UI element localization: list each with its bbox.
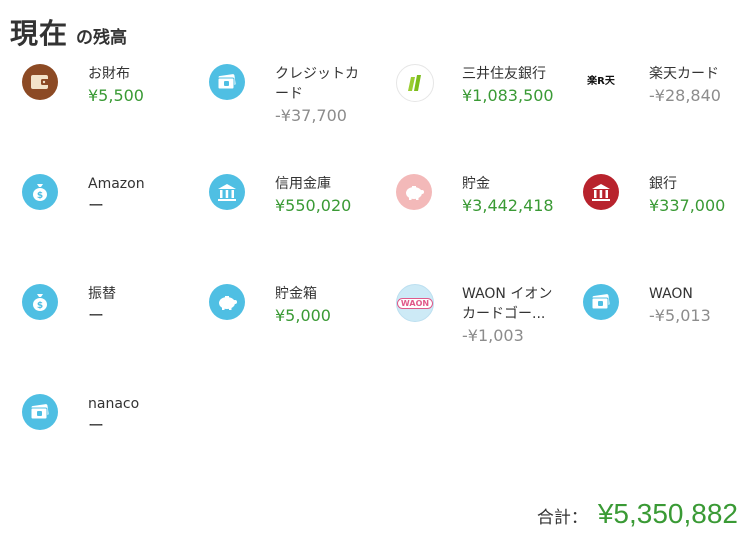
account-name: 貯金箱 <box>275 286 317 302</box>
rakuten-logo-text: 楽R天 <box>587 76 615 87</box>
card-icon <box>22 394 58 430</box>
account-name: 貯金 <box>462 176 490 192</box>
account-balance: -¥5,013 <box>649 306 711 325</box>
account-item[interactable]: 楽R天 楽天カード -¥28,840 <box>561 62 741 162</box>
piggy-bank-icon <box>396 174 432 210</box>
account-item[interactable]: 信用金庫 ¥550,020 <box>187 172 367 272</box>
account-balance: -¥28,840 <box>649 86 721 105</box>
page-title: 現在 <box>10 17 69 50</box>
account-name: 信用金庫 <box>275 176 331 192</box>
account-balance: ¥5,000 <box>275 306 331 325</box>
svg-text:$: $ <box>37 191 43 201</box>
account-grid: お財布 ¥5,500 クレジットカード -¥37,700 三井住友銀行 ¥1,0… <box>0 62 756 472</box>
piggy-bank-icon <box>209 284 245 320</box>
account-name: WAON <box>649 286 693 302</box>
rakuten-logo-icon: 楽R天 <box>583 64 619 100</box>
account-balance: ¥337,000 <box>649 196 726 215</box>
account-name: 振替 <box>88 286 116 302</box>
card-icon <box>209 64 245 100</box>
wallet-icon <box>22 64 58 100</box>
smbc-logo-icon <box>396 64 434 102</box>
account-name: nanaco <box>88 396 140 412</box>
account-item[interactable]: nanaco ー <box>0 392 180 492</box>
account-name: 三井住友銀行 <box>462 66 546 82</box>
account-balance: ¥3,442,418 <box>462 196 554 215</box>
bank-icon <box>209 174 245 210</box>
account-balance: ー <box>88 306 105 325</box>
bank-icon <box>583 174 619 210</box>
account-balance: ¥5,500 <box>88 86 144 105</box>
account-name: Amazon <box>88 176 145 192</box>
account-item[interactable]: WAON -¥5,013 <box>561 282 741 382</box>
waon-logo-text: WAON <box>396 297 434 309</box>
account-balance: -¥37,700 <box>275 106 347 125</box>
account-name: 楽天カード <box>649 66 719 82</box>
account-item[interactable]: $ Amazon ー <box>0 172 180 272</box>
account-item[interactable]: 貯金箱 ¥5,000 <box>187 282 367 382</box>
account-item[interactable]: クレジットカード -¥37,700 <box>187 62 367 162</box>
account-balance: -¥1,003 <box>462 326 524 345</box>
account-item[interactable]: 銀行 ¥337,000 <box>561 172 741 272</box>
money-bag-icon: $ <box>22 174 58 210</box>
account-balance: ¥1,083,500 <box>462 86 554 105</box>
account-item[interactable]: $ 振替 ー <box>0 282 180 382</box>
account-balance: ー <box>88 416 105 435</box>
account-balance: ¥550,020 <box>275 196 352 215</box>
balance-header: 現在 の残高 <box>10 12 127 52</box>
account-name: クレジットカード <box>275 66 359 102</box>
total-label: 合計： <box>536 508 588 528</box>
account-name: 銀行 <box>649 176 677 192</box>
account-name: WAON イオンカードゴー... <box>462 286 553 322</box>
account-item[interactable]: お財布 ¥5,500 <box>0 62 180 162</box>
account-item[interactable]: WAON WAON イオンカードゴー... -¥1,003 <box>374 282 554 382</box>
page-subtitle: の残高 <box>76 28 128 48</box>
waon-logo-icon: WAON <box>396 284 434 322</box>
total-balance: 合計： ¥5,350,882 <box>537 498 738 530</box>
account-balance: ー <box>88 196 105 215</box>
total-value: ¥5,350,882 <box>597 498 738 529</box>
account-item[interactable]: 三井住友銀行 ¥1,083,500 <box>374 62 554 162</box>
card-icon <box>583 284 619 320</box>
money-bag-icon: $ <box>22 284 58 320</box>
account-name: お財布 <box>88 66 130 82</box>
svg-text:$: $ <box>37 301 43 311</box>
account-item[interactable]: 貯金 ¥3,442,418 <box>374 172 554 272</box>
